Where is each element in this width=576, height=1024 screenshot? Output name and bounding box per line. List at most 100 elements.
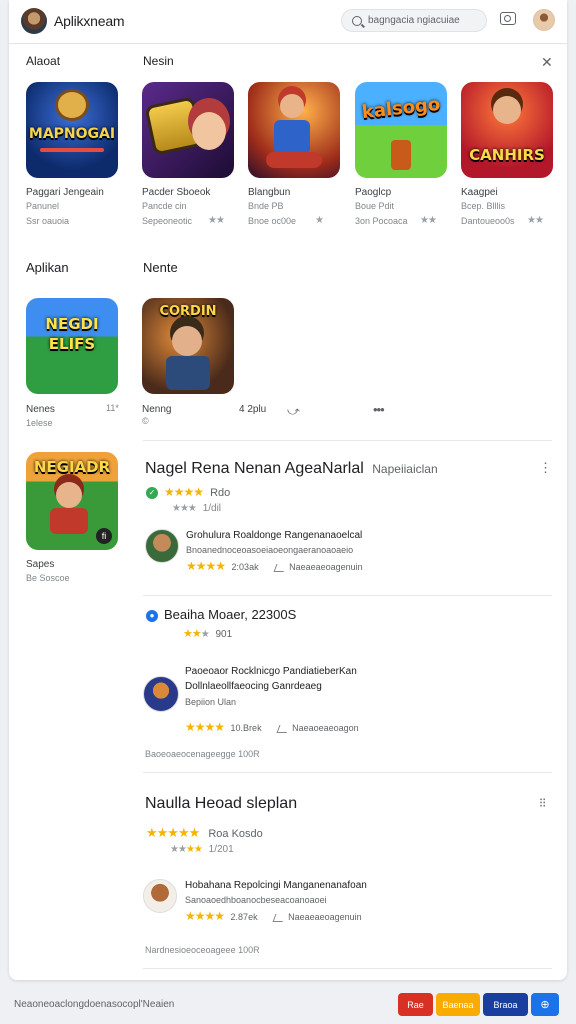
- tile-art-text: CORDIN: [159, 304, 217, 319]
- verified-icon: ✓: [146, 487, 158, 500]
- review-meta: Naeaeaeoagenuin: [288, 912, 362, 922]
- section-label-right: Nente: [143, 260, 178, 275]
- main-card: Aplikxneam Alaoat Nesin ✕ MAPNOGAI kalso…: [9, 0, 567, 980]
- character-art: [192, 112, 226, 150]
- tile-art-text: NEGDI ELIFS: [45, 315, 99, 353]
- app-dev: Pancde cin: [142, 201, 187, 211]
- footer-button-red[interactable]: Rae: [398, 993, 433, 1016]
- tile-art-text: CANHIRS: [469, 146, 545, 164]
- review-title: Nagel Rena Nenan AgeaNarlal Napeiiaiclan: [145, 460, 438, 478]
- hero-head-art: [172, 326, 202, 356]
- rating-stars: ★★★★: [185, 720, 225, 734]
- app-dev: ©: [142, 416, 149, 426]
- share-icon[interactable]: [276, 723, 292, 733]
- app-meta: Bnoe oc00e: [248, 216, 297, 226]
- review-text: Grohulura Roaldonge Rangenanaoelcal: [186, 530, 363, 541]
- search-input[interactable]: [368, 15, 478, 26]
- more-options-icon[interactable]: ⁝⁝: [539, 795, 546, 811]
- rating-stars: ★★★★: [164, 485, 204, 499]
- rating-stars-gray: ★★★: [172, 503, 197, 514]
- review-title: ● Beaiha Moaer, 22300S: [146, 607, 296, 622]
- footer-icon-button[interactable]: ⊕: [531, 993, 559, 1016]
- play-badge-icon: fi: [96, 528, 112, 544]
- rating-count: 1/201: [208, 844, 234, 855]
- app-tile[interactable]: CORDIN: [142, 298, 234, 394]
- app-name[interactable]: Nenng: [142, 404, 171, 415]
- app-tile[interactable]: kalsogo: [355, 82, 447, 178]
- app-name[interactable]: Paggari Jengeain: [26, 187, 104, 198]
- rating-stars: ★★★★★: [146, 825, 200, 840]
- share-icon[interactable]: [273, 562, 289, 572]
- tile-art-text: kalsogo: [360, 93, 442, 124]
- rating-label: Roa Kosdo: [208, 828, 263, 840]
- rating-row: ✓ ★★★★ Rdo: [146, 485, 231, 500]
- review-footer: Baoeoaeocenageegge 100R: [145, 749, 260, 759]
- review-text-secondary: Bnoanednoceoasoeiaoeongaeranoaoaeio: [186, 545, 354, 555]
- rating-stars: ★★★★: [185, 909, 225, 923]
- reviewer-avatar[interactable]: [143, 879, 177, 913]
- more-options-icon[interactable]: •••: [373, 402, 385, 417]
- app-logo[interactable]: [21, 8, 47, 34]
- divider: [143, 968, 552, 969]
- app-name[interactable]: Kaagpei: [461, 187, 498, 198]
- rating-count: 1/dil: [202, 503, 222, 514]
- review-title-text: Beaiha Moaer, 22300S: [164, 607, 297, 622]
- rating-stars: ★★★★: [186, 559, 226, 573]
- reviewer-avatar[interactable]: [145, 529, 179, 563]
- app-name[interactable]: Pacder Sboeok: [142, 187, 210, 198]
- rating-stars-gray: ★: [200, 629, 210, 640]
- app-extra: 11*: [106, 403, 119, 413]
- rating-row: ★★★★★ Roa Kosdo: [146, 825, 263, 841]
- app-dev: 1elese: [26, 418, 53, 428]
- rating-row: ★★★ 901: [183, 627, 232, 640]
- hero-body-art: [166, 356, 210, 390]
- rating-label: Rdo: [210, 487, 231, 499]
- share-icon[interactable]: [272, 912, 288, 922]
- app-name[interactable]: Nenes: [26, 404, 55, 415]
- review-title: Naulla Heoad sleplan: [145, 795, 298, 812]
- close-icon[interactable]: ✕: [541, 54, 553, 71]
- footer-button-yellow[interactable]: Baenaa: [436, 993, 480, 1016]
- section-label-right: Nesin: [143, 54, 174, 68]
- rating-count-row: ★★★ 1/dil: [172, 503, 221, 514]
- review-title-suffix: Napeiiaiclan: [372, 462, 438, 476]
- app-tile[interactable]: [248, 82, 340, 178]
- app-rating: ★: [315, 215, 324, 226]
- review-rating: 10.Brek: [230, 723, 262, 733]
- review-meta-row: ★★★★ 10.Brek Naeaoeaeoagon: [185, 720, 359, 734]
- app-rating: ★★: [420, 215, 437, 226]
- app-tile[interactable]: CANHIRS: [461, 82, 553, 178]
- tile-art-text: MAPNOGAI: [28, 126, 116, 142]
- app-meta: Dantoueoo0s: [461, 216, 515, 226]
- reviewer-avatar[interactable]: [143, 676, 179, 712]
- app-extra: 4 2plu: [239, 404, 267, 415]
- app-tile[interactable]: [142, 82, 234, 178]
- more-options-icon[interactable]: ⋮: [539, 460, 552, 476]
- top-bar: Aplikxneam: [9, 0, 567, 44]
- app-dev: Boue Pdit: [355, 201, 395, 211]
- app-rating: ★★: [208, 215, 225, 226]
- review-meta: Naeaeaeoagenuin: [289, 562, 363, 572]
- review-footer: Nardnesioeoceoageee 100R: [145, 945, 260, 955]
- footer-button-blue[interactable]: Braoa: [483, 993, 528, 1016]
- camera-icon[interactable]: [500, 12, 516, 25]
- app-title: Aplikxneam: [54, 13, 125, 29]
- search-bar[interactable]: [341, 9, 487, 32]
- featured-app-tile[interactable]: NEGIADR fi: [26, 452, 118, 550]
- divider: [143, 595, 552, 596]
- hero-body-art: [50, 508, 88, 534]
- user-avatar[interactable]: [533, 9, 555, 31]
- info-icon: ●: [146, 609, 158, 622]
- app-tile[interactable]: MAPNOGAI: [26, 82, 118, 178]
- app-tile[interactable]: NEGDI ELIFS: [26, 298, 118, 394]
- app-name[interactable]: Paoglcp: [355, 187, 391, 198]
- app-name[interactable]: Sapes: [26, 559, 54, 570]
- review-title-text: Nagel Rena Nenan AgeaNarlal: [145, 460, 364, 477]
- review-meta-row: ★★★★ 2:03ak Naeaeaeoagenuin: [186, 559, 363, 573]
- app-name[interactable]: Blangbun: [248, 187, 290, 198]
- share-icon[interactable]: ⤻: [287, 404, 300, 419]
- rating-count-row: ★★★★ 1/201: [170, 844, 234, 855]
- review-meta-row: ★★★★ 2.87ek Naeaeaeoagenuin: [185, 909, 362, 923]
- rating-stars-gray: ★★: [170, 844, 187, 855]
- section-label-left: Aplikan: [26, 260, 69, 275]
